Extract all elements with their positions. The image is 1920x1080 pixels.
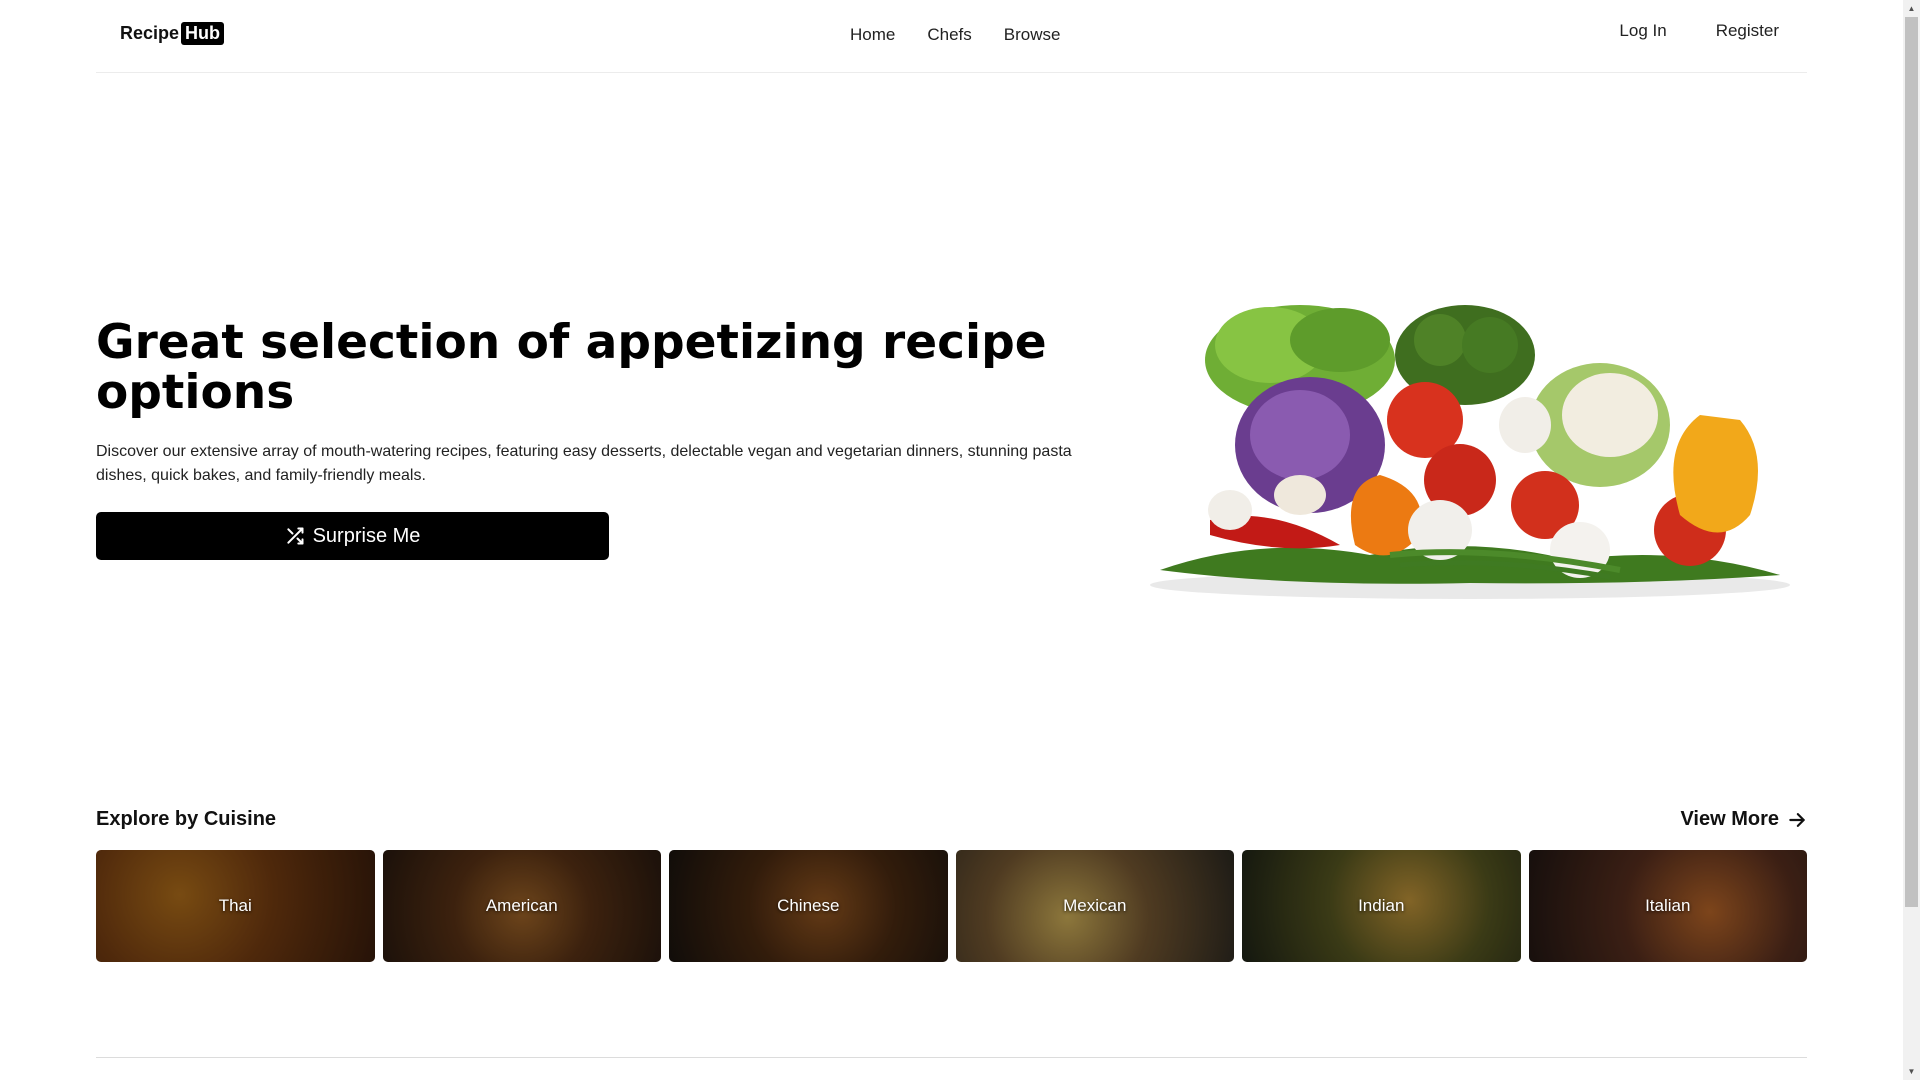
cuisine-cards: Thai American Chinese Mexican Indian Ita… [96, 850, 1807, 962]
cuisine-label: Chinese [777, 896, 840, 915]
surprise-me-label: Surprise Me [312, 524, 421, 547]
view-more-link[interactable]: View More [1680, 808, 1807, 831]
cuisine-label: American [485, 896, 558, 915]
logo-badge: Hub [181, 22, 225, 45]
cuisine-label: Italian [1645, 896, 1691, 915]
login-link[interactable]: Log In [1619, 21, 1666, 41]
logo[interactable]: Recipe Hub [120, 22, 225, 45]
site-header: Recipe Hub Home Chefs Browse Log In Regi… [96, 0, 1807, 73]
scrollbar-thumb[interactable] [1905, 17, 1918, 907]
arrow-right-icon [1789, 812, 1805, 827]
logo-text: Recipe [120, 23, 180, 43]
cuisine-card-american[interactable]: American [382, 850, 661, 962]
nav-home[interactable]: Home [850, 25, 895, 45]
surprise-me-button[interactable]: Surprise Me [96, 512, 609, 560]
auth-links: Log In Register [1619, 21, 1779, 41]
cuisine-card-chinese[interactable]: Chinese [669, 850, 948, 962]
cuisine-label: Mexican [1063, 896, 1127, 915]
footer-divider [96, 1057, 1807, 1058]
hero-description: Discover our extensive array of mouth-wa… [96, 443, 1072, 484]
nav-browse[interactable]: Browse [1004, 25, 1061, 45]
cuisine-card-italian[interactable]: Italian [1528, 850, 1807, 962]
cuisine-label: Indian [1358, 896, 1405, 915]
cuisine-card-thai[interactable]: Thai [96, 850, 375, 962]
register-link[interactable]: Register [1716, 21, 1779, 41]
view-more-label: View More [1680, 808, 1779, 830]
shuffle-icon [286, 527, 304, 545]
cuisine-card-mexican[interactable]: Mexican [955, 850, 1234, 962]
cuisine-card-indian[interactable]: Indian [1242, 850, 1521, 962]
nav-chefs[interactable]: Chefs [927, 25, 971, 45]
vegetables-image [1150, 305, 1790, 599]
page: Recipe Hub Home Chefs Browse Log In Regi… [0, 0, 1903, 1080]
cuisine-label: Thai [218, 896, 252, 915]
main-nav: Home Chefs Browse [850, 25, 1060, 45]
scroll-up-arrow-icon[interactable]: ▲ [1903, 0, 1920, 17]
cuisine-section-title: Explore by Cuisine [96, 808, 277, 830]
scroll-down-arrow-icon[interactable]: ▼ [1903, 1063, 1920, 1080]
hero-title: Great selection of appetizing recipe opt… [96, 315, 1047, 420]
vertical-scrollbar[interactable]: ▲ ▼ [1903, 0, 1920, 1080]
